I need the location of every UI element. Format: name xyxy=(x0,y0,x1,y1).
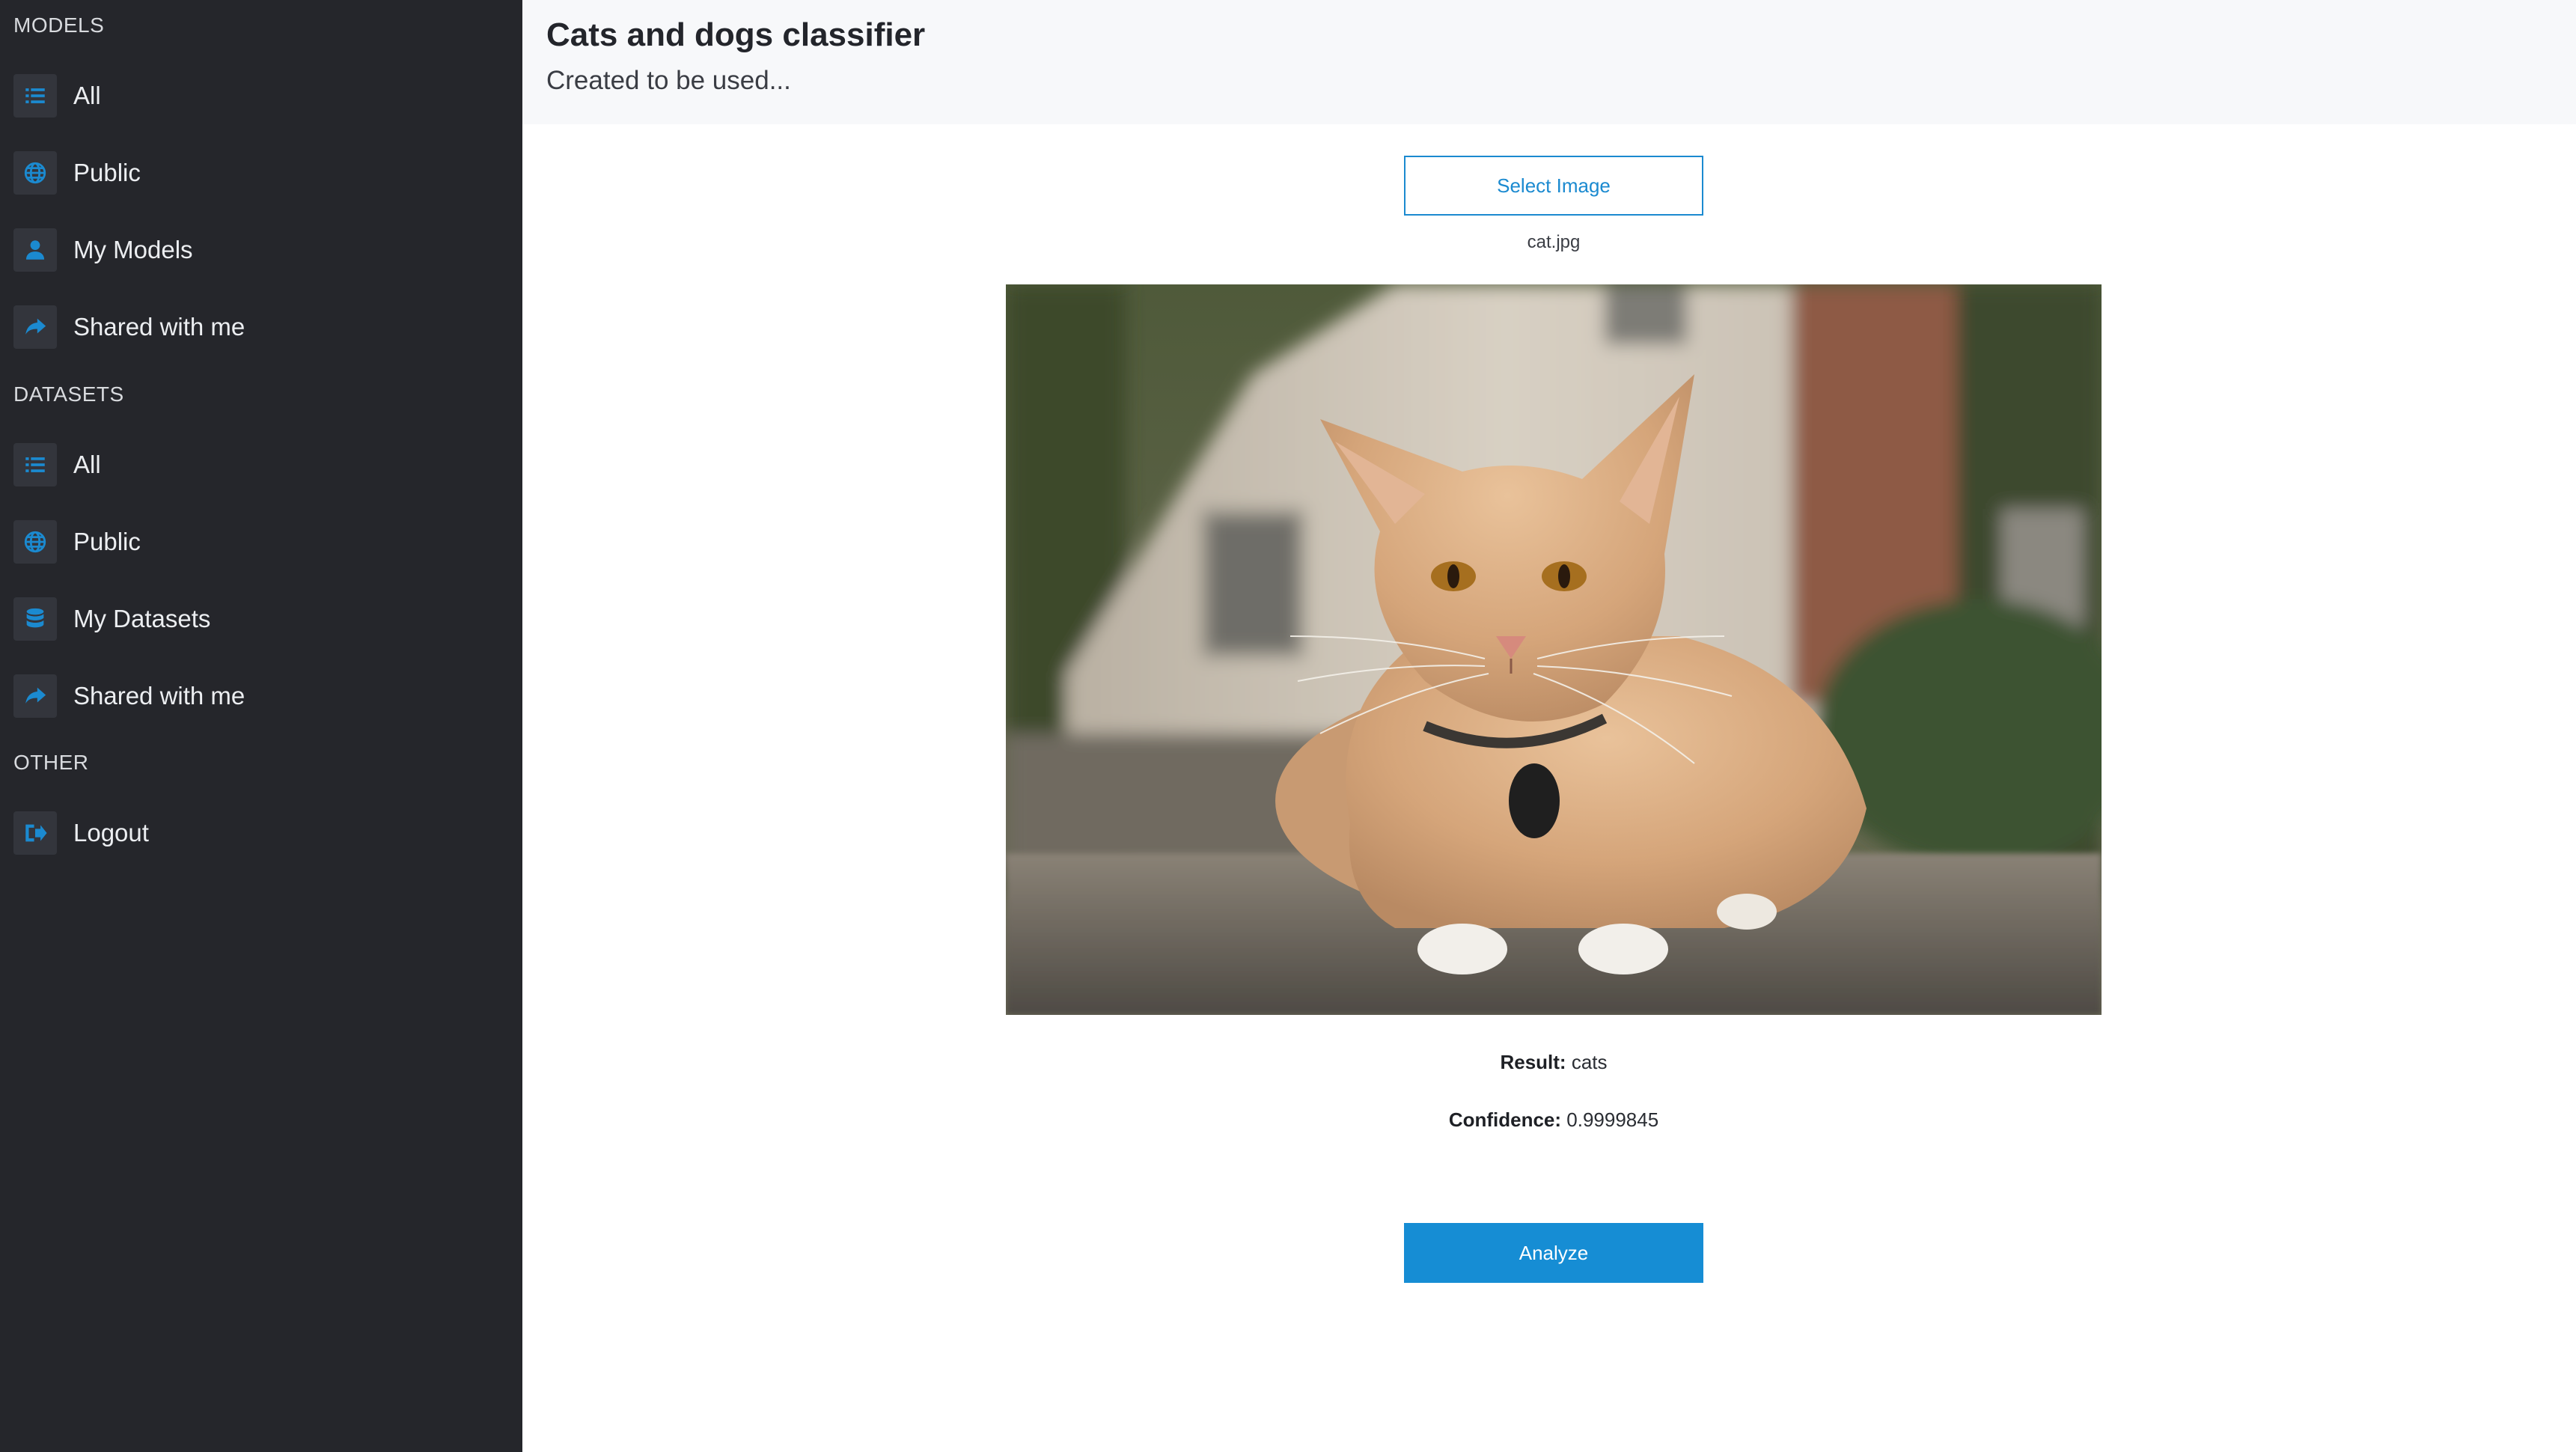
confidence-line: Confidence: 0.9999845 xyxy=(1105,1108,2003,1132)
sidebar-item-my-models[interactable]: My Models xyxy=(13,226,507,274)
confidence-value: 0.9999845 xyxy=(1566,1108,1659,1131)
sidebar-item-models-public[interactable]: Public xyxy=(13,149,507,197)
user-icon xyxy=(13,228,57,272)
list-icon xyxy=(13,443,57,486)
sidebar-item-datasets-public[interactable]: Public xyxy=(13,518,507,566)
sidebar-item-label: My Datasets xyxy=(73,605,211,632)
sidebar-item-label: All xyxy=(73,451,101,478)
globe-icon xyxy=(13,520,57,564)
sidebar-item-label: My Models xyxy=(73,236,193,263)
result-line: Result: cats xyxy=(1105,1051,2003,1074)
share-icon xyxy=(13,674,57,718)
select-image-button[interactable]: Select Image xyxy=(1404,156,1703,216)
list-icon xyxy=(13,74,57,118)
sidebar-item-label: All xyxy=(73,82,101,109)
sidebar-item-datasets-all[interactable]: All xyxy=(13,441,507,489)
sidebar: MODELS All Public My Models Shared with … xyxy=(0,0,522,1452)
analyze-button[interactable]: Analyze xyxy=(1404,1223,1703,1283)
datasets-section-header: DATASETS xyxy=(13,382,124,406)
sidebar-item-label: Public xyxy=(73,159,141,186)
result-label: Result: xyxy=(1500,1051,1566,1073)
sidebar-item-label: Shared with me xyxy=(73,682,245,710)
confidence-label: Confidence: xyxy=(1448,1108,1562,1131)
sidebar-item-models-all[interactable]: All xyxy=(13,72,507,120)
globe-icon xyxy=(13,151,57,195)
sidebar-item-logout[interactable]: Logout xyxy=(13,809,507,857)
logout-icon xyxy=(13,811,57,855)
uploaded-image-preview xyxy=(1006,284,2102,1015)
sidebar-item-models-shared[interactable]: Shared with me xyxy=(13,303,507,351)
database-icon xyxy=(13,597,57,641)
result-value: cats xyxy=(1571,1051,1608,1073)
page-title: Cats and dogs classifier xyxy=(546,16,926,53)
other-section-header: OTHER xyxy=(13,751,89,774)
share-icon xyxy=(13,305,57,349)
page-header: Cats and dogs classifier Created to be u… xyxy=(522,0,2576,124)
sidebar-item-my-datasets[interactable]: My Datasets xyxy=(13,595,507,643)
sidebar-item-datasets-shared[interactable]: Shared with me xyxy=(13,672,507,720)
page-subtitle: Created to be used... xyxy=(546,66,791,95)
sidebar-item-label: Shared with me xyxy=(73,313,245,341)
models-section-header: MODELS xyxy=(13,13,105,37)
sidebar-item-label: Public xyxy=(73,528,141,555)
sidebar-item-label: Logout xyxy=(73,819,149,847)
selected-filename: cat.jpg xyxy=(1527,232,1581,252)
